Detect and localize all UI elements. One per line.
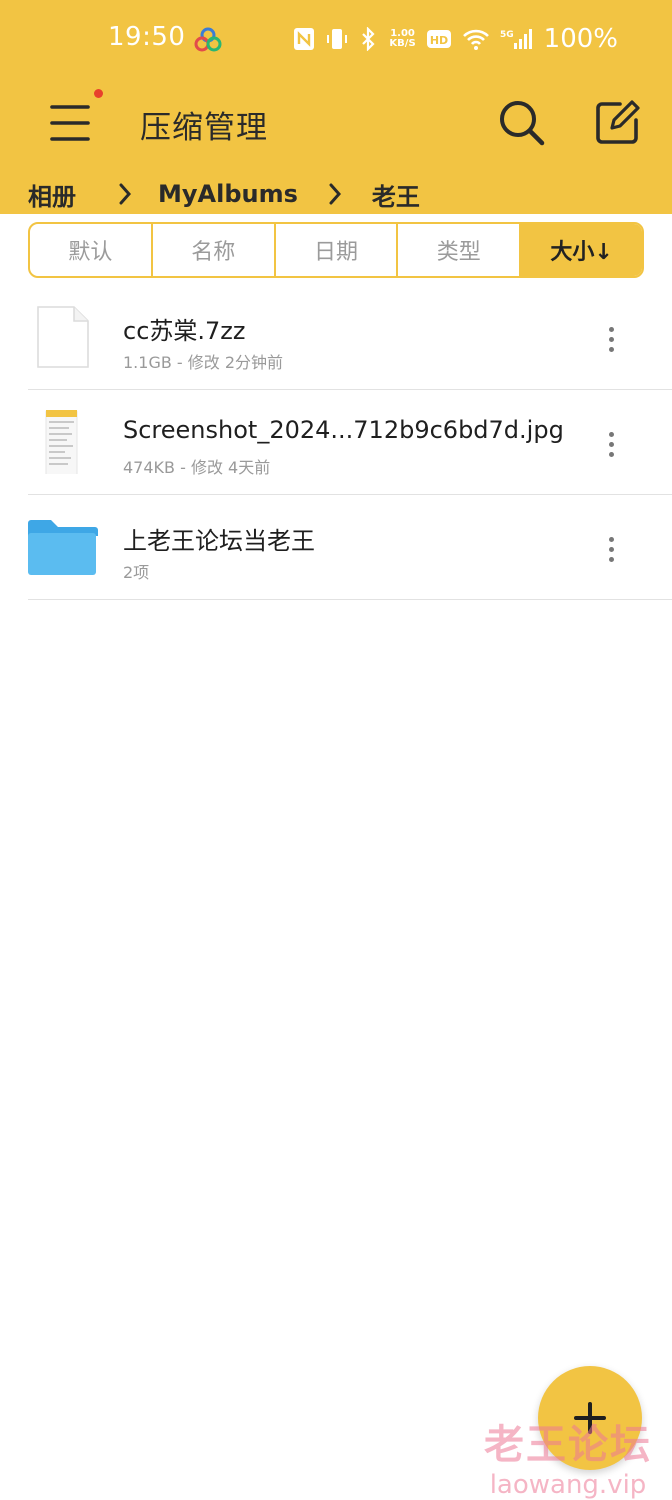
sort-tab-size[interactable]: 大小↓ (521, 224, 642, 276)
app-notification-icon (194, 27, 222, 52)
breadcrumb-item-myalbums[interactable]: MyAlbums (158, 180, 298, 208)
status-time: 19:50 (108, 22, 186, 52)
cellular-signal-icon: 5G (500, 29, 532, 49)
edit-button[interactable] (590, 96, 644, 150)
file-meta: 2项 (123, 563, 150, 582)
breadcrumb-item-albums[interactable]: 相册 (28, 177, 76, 212)
breadcrumb-item-laowang[interactable]: 老王 (372, 177, 420, 212)
breadcrumb: 相册 MyAlbums 老王 (28, 174, 420, 214)
wifi-icon (462, 29, 489, 50)
sort-tab-name[interactable]: 名称 (153, 224, 276, 276)
list-item[interactable]: cc苏棠.7zz 1.1GB - 修改 2分钟前 (28, 285, 672, 390)
more-options-button[interactable] (594, 529, 628, 569)
hamburger-menu-icon (50, 105, 90, 141)
more-vert-icon (608, 431, 614, 437)
edit-icon (596, 100, 640, 144)
list-item[interactable]: Screenshot_2024...712b9c6bd7d.jpg 474KB … (28, 390, 672, 495)
file-icon (37, 306, 89, 368)
sort-tab-default[interactable]: 默认 (30, 224, 153, 276)
list-item[interactable]: 上老王论坛当老王 2项 (28, 495, 672, 600)
sort-tab-date[interactable]: 日期 (276, 224, 399, 276)
vibrate-icon (327, 29, 348, 49)
notification-dot (94, 89, 103, 98)
status-bar: 19:50 1.00 KB/S HD 5G 100% (0, 0, 672, 78)
battery-level: 100% (543, 24, 618, 54)
folder-icon (28, 520, 98, 575)
svg-text:HD: HD (429, 34, 447, 47)
nfc-icon (294, 28, 315, 50)
sort-bar: 默认 名称 日期 类型 大小↓ (28, 222, 644, 278)
watermark-text-en: laowang.vip (489, 1470, 647, 1500)
net-speed: 1.00 KB/S (389, 28, 416, 49)
file-meta: 1.1GB - 修改 2分钟前 (123, 353, 284, 372)
file-name: cc苏棠.7zz (123, 317, 246, 345)
chevron-right-icon (102, 179, 148, 209)
more-vert-icon (608, 326, 614, 332)
more-vert-icon (608, 536, 614, 542)
svg-text:5G: 5G (500, 30, 514, 40)
menu-button[interactable] (44, 98, 100, 148)
search-button[interactable] (494, 96, 550, 150)
add-button[interactable] (538, 1366, 642, 1470)
hd-icon: HD (426, 30, 451, 48)
search-icon (500, 101, 545, 146)
app-header: 19:50 1.00 KB/S HD 5G 100% 压缩管理 相册 MyAlb… (0, 0, 672, 214)
file-name: 上老王论坛当老王 (123, 527, 315, 555)
plus-icon (574, 1402, 606, 1434)
file-meta: 474KB - 修改 4天前 (123, 458, 271, 477)
status-icons: 1.00 KB/S HD 5G 100% (293, 22, 618, 56)
sort-tab-type[interactable]: 类型 (398, 224, 522, 276)
more-options-button[interactable] (594, 424, 628, 464)
chevron-right-icon (312, 179, 358, 209)
more-options-button[interactable] (594, 319, 628, 359)
page-title: 压缩管理 (140, 110, 268, 146)
bluetooth-icon (362, 27, 375, 51)
file-name: Screenshot_2024...712b9c6bd7d.jpg (123, 416, 564, 444)
image-thumbnail-icon (45, 410, 78, 474)
file-list: cc苏棠.7zz 1.1GB - 修改 2分钟前 Screenshot_2024… (28, 285, 672, 600)
